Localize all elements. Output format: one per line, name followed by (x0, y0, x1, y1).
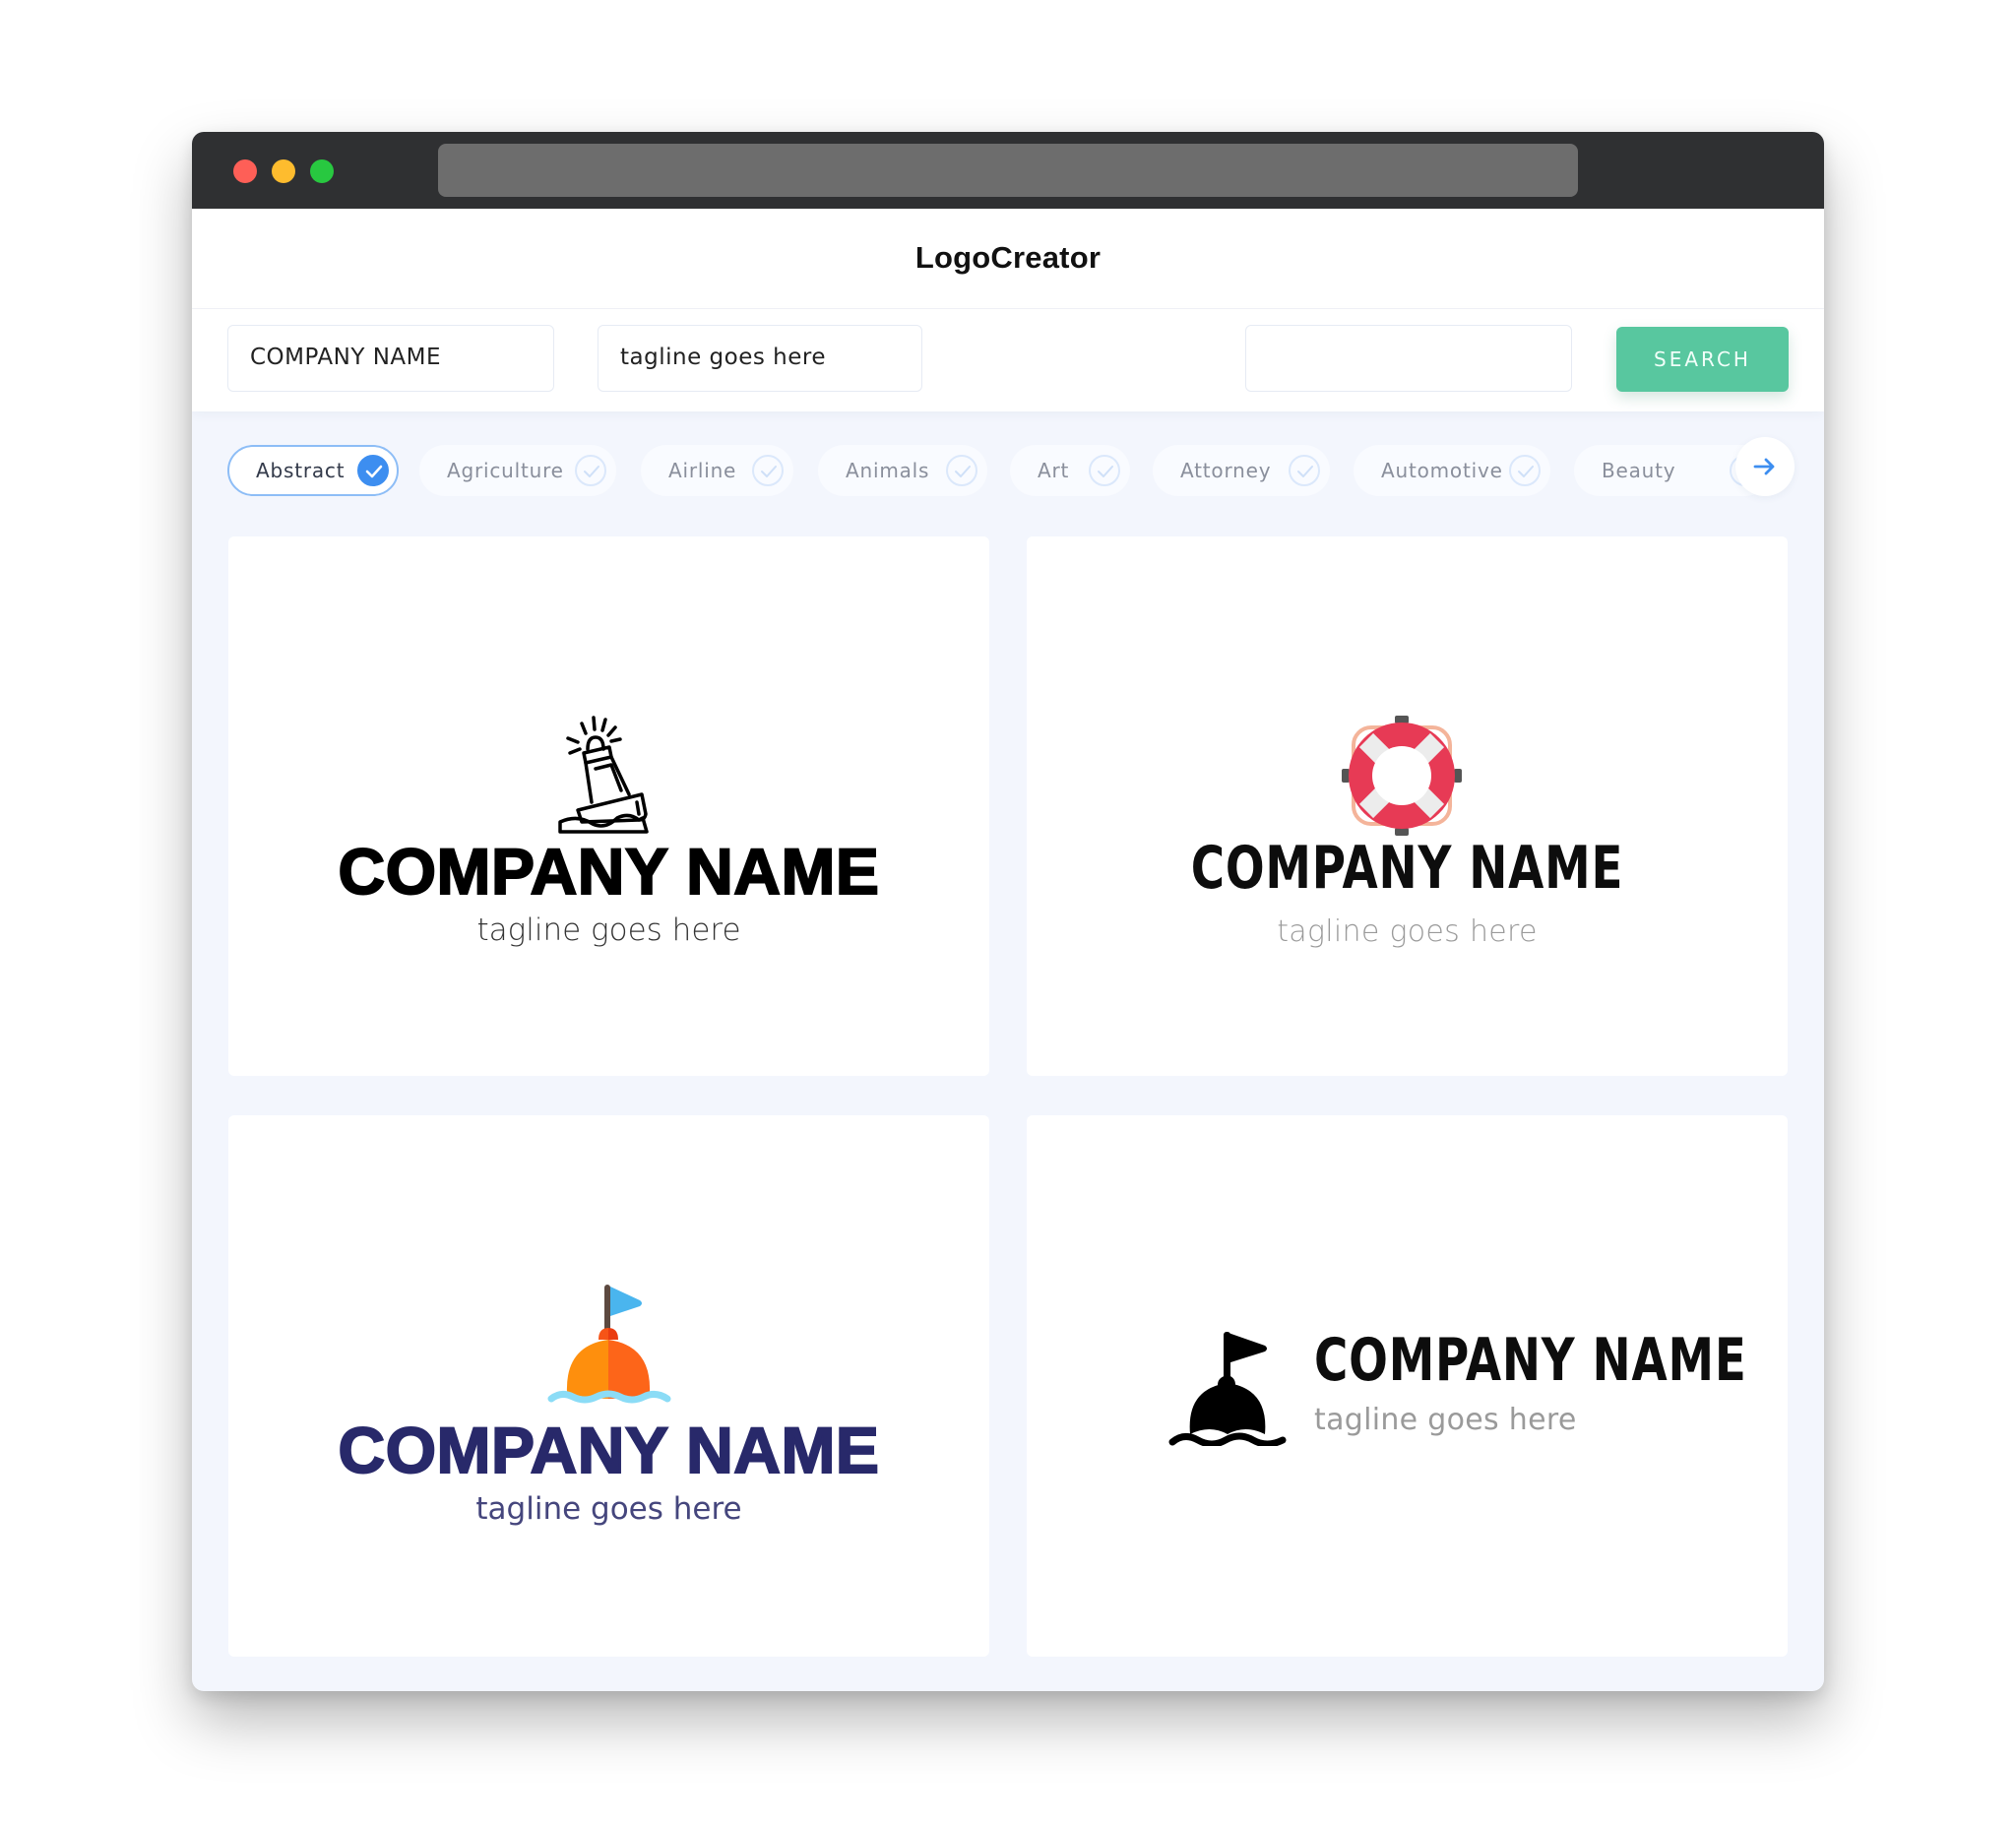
logo-company-name: COMPANY NAME (1190, 834, 1624, 903)
logo-card[interactable]: COMPANY NAME tagline goes here (1027, 536, 1788, 1076)
category-chip-label: Abstract (256, 459, 346, 482)
category-chip-attorney[interactable]: Attorney (1153, 445, 1330, 496)
check-icon (1289, 455, 1320, 486)
search-button[interactable]: SEARCH (1616, 327, 1789, 392)
browser-window: LogoCreator COMPANY NAME tagline goes he… (192, 132, 1824, 1691)
category-chip-label: Animals (846, 459, 930, 482)
logo-tagline: tagline goes here (476, 912, 741, 948)
logo-company-name: COMPANY NAME (338, 834, 880, 909)
lighthouse-buoy-outline-icon (558, 716, 649, 834)
category-chip-abstract[interactable]: Abstract (227, 445, 399, 496)
tagline-input[interactable]: tagline goes here (598, 325, 922, 392)
buoy-flag-color-icon (547, 1285, 671, 1404)
check-icon (752, 455, 784, 486)
next-categories-button[interactable] (1735, 437, 1795, 496)
logo-card[interactable]: COMPANY NAME tagline goes here (1027, 1115, 1788, 1657)
category-filter-bar: Abstract Agriculture Airline Animals Art… (227, 437, 1795, 508)
buoy-flag-solid-icon (1168, 1332, 1287, 1446)
category-chip-airline[interactable]: Airline (641, 445, 793, 496)
category-chip-label: Beauty (1602, 459, 1676, 482)
category-chip-label: Art (1038, 459, 1070, 482)
title-bar (192, 132, 1824, 209)
check-icon (1089, 455, 1120, 486)
category-chip-animals[interactable]: Animals (818, 445, 987, 496)
company-name-input[interactable]: COMPANY NAME (227, 325, 554, 392)
brand-logo-text[interactable]: LogoCreator (192, 240, 1824, 276)
logo-card[interactable]: COMPANY NAME tagline goes here (228, 536, 989, 1076)
logo-tagline: tagline goes here (475, 1491, 742, 1527)
category-chip-label: Agriculture (447, 459, 564, 482)
logo-tagline: tagline goes here (1314, 1403, 1577, 1437)
check-icon (946, 455, 977, 486)
check-icon (575, 455, 606, 486)
check-icon (357, 455, 389, 486)
logo-card[interactable]: COMPANY NAME tagline goes here (228, 1115, 989, 1657)
arrow-right-icon (1753, 458, 1775, 475)
check-icon (1509, 455, 1541, 486)
address-bar[interactable] (438, 144, 1578, 197)
category-chip-label: Automotive (1381, 459, 1503, 482)
search-input[interactable] (1245, 325, 1572, 392)
close-window-button[interactable] (233, 159, 257, 183)
category-chip-agriculture[interactable]: Agriculture (419, 445, 616, 496)
logo-company-name: COMPANY NAME (1314, 1326, 1747, 1395)
app-header: LogoCreator (192, 209, 1824, 309)
logo-form: COMPANY NAME tagline goes here SEARCH (192, 309, 1824, 411)
category-chip-automotive[interactable]: Automotive (1354, 445, 1550, 496)
maximize-window-button[interactable] (310, 159, 334, 183)
category-chip-label: Airline (668, 459, 737, 482)
category-chip-label: Attorney (1180, 459, 1272, 482)
lifebuoy-icon (1342, 716, 1462, 836)
minimize-window-button[interactable] (272, 159, 295, 183)
logo-tagline: tagline goes here (1277, 914, 1538, 949)
category-chip-art[interactable]: Art (1010, 445, 1130, 496)
logo-company-name: COMPANY NAME (338, 1413, 880, 1487)
